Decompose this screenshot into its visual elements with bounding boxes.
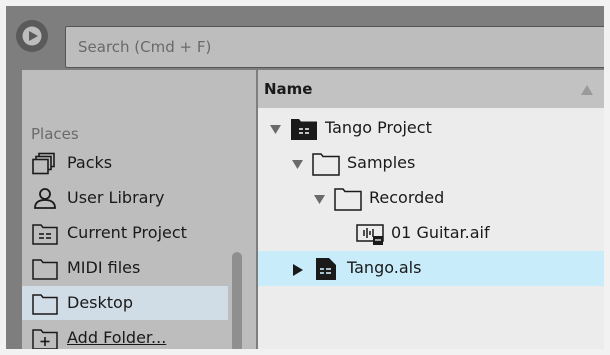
browser-toolbar bbox=[6, 6, 604, 72]
add-folder-button[interactable]: Add Folder... bbox=[22, 321, 228, 349]
sidebar-item-user-library[interactable]: User Library bbox=[22, 181, 228, 215]
live-set-icon bbox=[316, 258, 336, 280]
folder-icon bbox=[32, 294, 58, 315]
sidebar-item-label: User Library bbox=[67, 188, 165, 207]
name-column-header[interactable]: Name bbox=[258, 70, 604, 108]
sort-ascending-icon bbox=[581, 85, 593, 95]
tree-row-tango-project[interactable]: Tango Project bbox=[258, 111, 604, 146]
preview-play-button[interactable] bbox=[16, 20, 48, 52]
play-icon bbox=[22, 26, 42, 46]
project-folder-icon bbox=[291, 119, 317, 140]
packs-icon bbox=[32, 152, 55, 175]
project-folder-icon bbox=[32, 224, 58, 245]
sidebar-item-label: MIDI files bbox=[67, 258, 141, 277]
places-heading: Places bbox=[31, 125, 79, 143]
name-column-label: Name bbox=[264, 80, 313, 98]
expanded-arrow-icon[interactable] bbox=[292, 159, 304, 169]
add-folder-label: Add Folder... bbox=[67, 328, 167, 347]
folder-icon bbox=[32, 259, 58, 280]
tree-row-label: Tango Project bbox=[325, 118, 432, 137]
tree-row-label: Recorded bbox=[369, 188, 445, 207]
browser-window: Places Packs User Library bbox=[6, 6, 604, 349]
tree-row-tango-als[interactable]: Tango.als bbox=[258, 251, 604, 286]
sidebar-item-label: Packs bbox=[67, 153, 113, 172]
sidebar-item-current-project[interactable]: Current Project bbox=[22, 216, 228, 250]
tree-row-recorded[interactable]: Recorded bbox=[258, 181, 604, 216]
tree-row-guitar-aif[interactable]: 01 Guitar.aif bbox=[258, 216, 604, 251]
search-box bbox=[65, 26, 604, 68]
tree-row-label: 01 Guitar.aif bbox=[391, 223, 490, 242]
expanded-arrow-icon[interactable] bbox=[270, 124, 282, 134]
sidebar-item-packs[interactable]: Packs bbox=[22, 146, 228, 180]
add-folder-icon bbox=[32, 329, 58, 349]
sidebar-scrollbar[interactable] bbox=[232, 252, 242, 349]
expanded-arrow-icon[interactable] bbox=[314, 194, 326, 204]
file-browser: Name Tango Project Samples Recorded 01 G… bbox=[258, 70, 604, 349]
search-input[interactable] bbox=[78, 27, 578, 67]
audio-file-icon bbox=[356, 224, 384, 245]
sidebar-item-label: Current Project bbox=[67, 223, 187, 242]
sidebar-item-midi-files[interactable]: MIDI files bbox=[22, 251, 228, 285]
collapsed-arrow-icon[interactable] bbox=[293, 264, 303, 276]
folder-icon bbox=[312, 153, 340, 176]
sidebar-item-desktop[interactable]: Desktop bbox=[22, 286, 228, 320]
tree-row-samples[interactable]: Samples bbox=[258, 146, 604, 181]
tree-row-label: Tango.als bbox=[347, 258, 422, 277]
folder-icon bbox=[334, 188, 362, 211]
user-icon bbox=[34, 188, 56, 209]
sidebar-item-label: Desktop bbox=[67, 293, 133, 312]
tree-row-label: Samples bbox=[347, 153, 416, 172]
places-sidebar: Places Packs User Library Current Projec… bbox=[22, 70, 256, 349]
